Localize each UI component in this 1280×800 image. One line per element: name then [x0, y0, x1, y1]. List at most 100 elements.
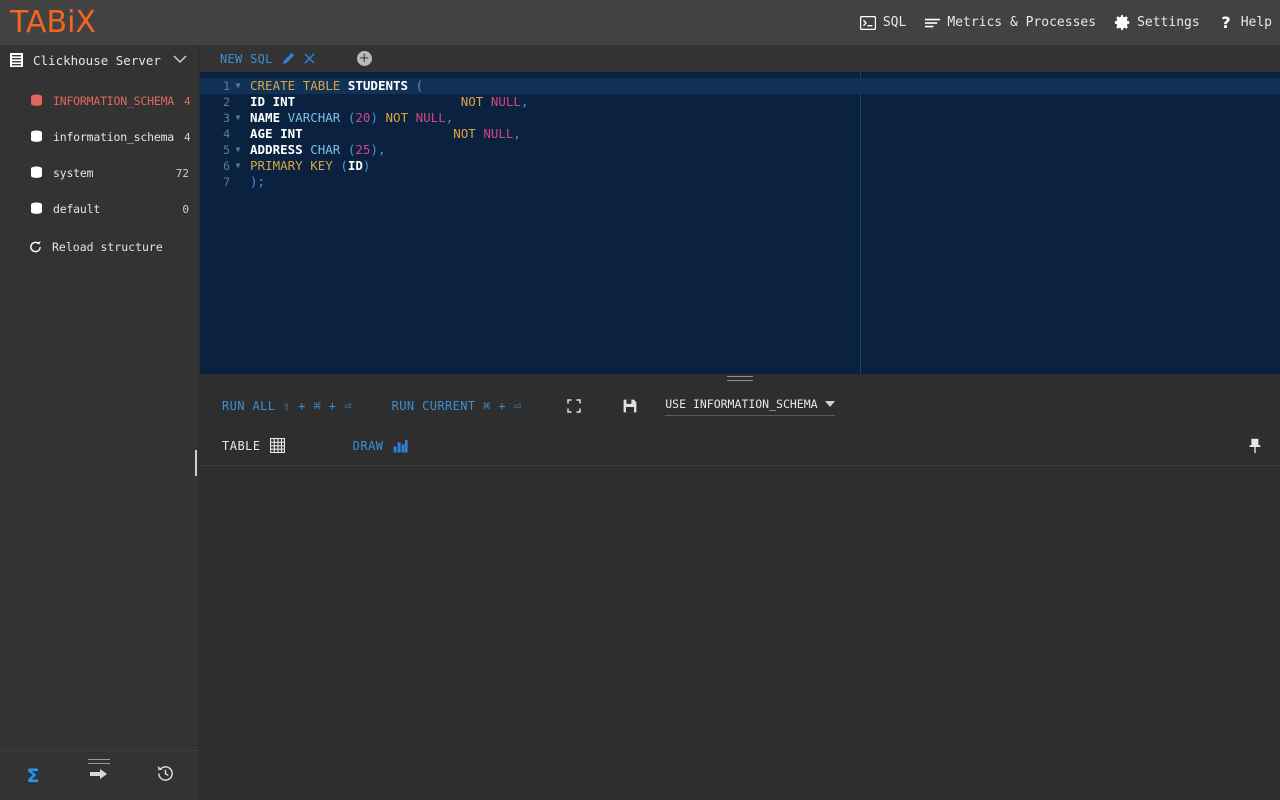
terminal-icon — [860, 14, 877, 31]
database-count: 4 — [184, 95, 191, 108]
pin-icon[interactable] — [1248, 438, 1262, 454]
bar-chart-icon — [393, 438, 408, 453]
database-name: INFORMATION_SCHEMA — [53, 94, 174, 108]
nav-item-settings[interactable]: Settings — [1114, 14, 1200, 31]
tab-draw[interactable]: DRAW — [353, 438, 408, 453]
database-count: 4 — [184, 131, 191, 144]
nav-label-sql: SQL — [883, 15, 906, 30]
close-icon[interactable] — [304, 53, 315, 64]
code-text: AGE INT NOT NULL, — [244, 126, 521, 142]
use-database-select[interactable]: USE INFORMATION_SCHEMA — [665, 397, 835, 416]
query-tab-label[interactable]: NEW SQL — [220, 52, 273, 66]
code-line[interactable]: 2 ID INT NOT NULL, — [200, 94, 1280, 110]
database-name: information_schema — [53, 130, 174, 144]
fold-arrow-icon[interactable]: ▼ — [232, 78, 244, 94]
use-database-value: USE INFORMATION_SCHEMA — [665, 397, 819, 411]
line-number: 6 — [200, 158, 232, 174]
database-icon — [30, 202, 43, 216]
line-number: 1 — [200, 78, 232, 94]
sidebar-item-system[interactable]: system 72 — [0, 155, 199, 191]
database-count: 0 — [182, 203, 189, 216]
sidebar-item-default[interactable]: default 0 — [0, 191, 199, 227]
query-tabbar: NEW SQL + — [200, 45, 1280, 72]
save-icon[interactable] — [623, 399, 637, 413]
database-icon — [30, 130, 43, 144]
fullscreen-icon[interactable] — [567, 399, 581, 413]
code-text: NAME VARCHAR (20) NOT NULL, — [244, 110, 453, 126]
fold-arrow-icon[interactable]: ▼ — [232, 142, 244, 158]
sidebar-reload-label: Reload structure — [52, 240, 163, 254]
run-current-button[interactable]: RUN CURRENT ⌘ + ⏎ — [392, 399, 522, 413]
sidebar-footer-history-button[interactable] — [132, 751, 198, 800]
nav-item-sql[interactable]: SQL — [860, 14, 906, 31]
svg-text:?: ? — [1222, 14, 1231, 31]
code-line[interactable]: 4 AGE INT NOT NULL, — [200, 126, 1280, 142]
chevron-down-icon — [825, 401, 835, 407]
main-panel: NEW SQL + 1▼CREATE TABLE STUDENTS (2ID I… — [200, 45, 1280, 800]
list-icon — [924, 14, 941, 31]
code-line[interactable]: 3▼NAME VARCHAR (20) NOT NULL, — [200, 110, 1280, 126]
nav-item-help[interactable]: ? Help — [1218, 14, 1272, 31]
sidebar-footer-export-button[interactable] — [66, 751, 132, 800]
line-number: 4 — [200, 126, 232, 142]
sidebar-item-information-schema-lower[interactable]: information_schema 4 — [0, 119, 199, 155]
run-all-button[interactable]: RUN ALL ⇧ + ⌘ + ⏎ — [222, 399, 352, 413]
database-name: system — [53, 166, 166, 180]
question-icon: ? — [1218, 14, 1235, 31]
nav-label-metrics-processes: Metrics & Processes — [947, 15, 1096, 30]
grid-icon — [270, 438, 285, 453]
fold-arrow-icon[interactable]: ▼ — [232, 110, 244, 126]
add-tab-button[interactable]: + — [357, 51, 372, 66]
sidebar-footer: Σ — [0, 750, 200, 800]
pencil-icon[interactable] — [282, 52, 295, 65]
server-icon — [10, 53, 23, 67]
query-tab[interactable]: NEW SQL — [220, 45, 315, 72]
code-line[interactable]: 6▼PRIMARY KEY (ID) — [200, 158, 1280, 174]
nav-label-help: Help — [1241, 15, 1272, 30]
code-text: CREATE TABLE STUDENTS ( — [244, 78, 423, 94]
sidebar-server-selector[interactable]: Clickhouse Server — [0, 45, 199, 75]
tab-table[interactable]: TABLE — [222, 438, 285, 453]
database-list: INFORMATION_SCHEMA 4 information_schema … — [0, 83, 199, 227]
export-arrow-icon — [88, 766, 110, 786]
chevron-down-icon[interactable] — [173, 53, 187, 67]
code-line[interactable]: 5▼ADDRESS CHAR (25), — [200, 142, 1280, 158]
database-icon — [30, 94, 43, 108]
sigma-icon: Σ — [27, 765, 40, 787]
code-line[interactable]: 1▼CREATE TABLE STUDENTS ( — [200, 78, 1280, 94]
code-text: PRIMARY KEY (ID) — [244, 158, 370, 174]
drag-handle-icon[interactable] — [88, 759, 110, 767]
nav-item-metrics-processes[interactable]: Metrics & Processes — [924, 14, 1096, 31]
history-icon — [156, 764, 175, 787]
code-line[interactable]: 7); — [200, 174, 1280, 190]
fold-arrow-icon[interactable]: ▼ — [232, 158, 244, 174]
sidebar-footer-sigma-button[interactable]: Σ — [0, 751, 66, 800]
editor-toolbar: RUN ALL ⇧ + ⌘ + ⏎ RUN CURRENT ⌘ + ⏎ USE … — [200, 386, 1280, 426]
tab-draw-label: DRAW — [353, 439, 384, 453]
sidebar-item-reload-structure[interactable]: Reload structure — [0, 229, 199, 265]
nav-label-settings: Settings — [1137, 15, 1200, 30]
result-view-tabs: TABLE DRAW — [200, 426, 1280, 466]
code-text: ADDRESS CHAR (25), — [244, 142, 386, 158]
reload-icon — [29, 240, 42, 254]
database-name: default — [53, 202, 172, 216]
line-number: 3 — [200, 110, 232, 126]
database-icon — [30, 166, 43, 180]
sidebar: Clickhouse Server INFORMATION_SCHEMA 4 i… — [0, 45, 200, 800]
sidebar-server-label: Clickhouse Server — [33, 53, 163, 68]
sql-code[interactable]: 1▼CREATE TABLE STUDENTS (2ID INT NOT NUL… — [200, 72, 1280, 190]
line-number: 2 — [200, 94, 232, 110]
app-logo: TABiX — [0, 8, 96, 38]
results-area — [200, 466, 1280, 800]
code-text: ); — [244, 174, 265, 190]
database-count: 72 — [176, 167, 189, 180]
code-text: ID INT NOT NULL, — [244, 94, 528, 110]
sql-editor[interactable]: 1▼CREATE TABLE STUDENTS (2ID INT NOT NUL… — [200, 72, 1280, 374]
editor-resize-handle[interactable] — [200, 374, 1280, 386]
sidebar-item-information-schema-upper[interactable]: INFORMATION_SCHEMA 4 — [0, 83, 199, 119]
header-nav: SQL Metrics & Processes Settings ? Help — [860, 0, 1272, 45]
tab-table-label: TABLE — [222, 439, 261, 453]
gear-icon — [1114, 14, 1131, 31]
line-number: 5 — [200, 142, 232, 158]
app-header: TABiX SQL Metrics & Processes Settings ?… — [0, 0, 1280, 45]
